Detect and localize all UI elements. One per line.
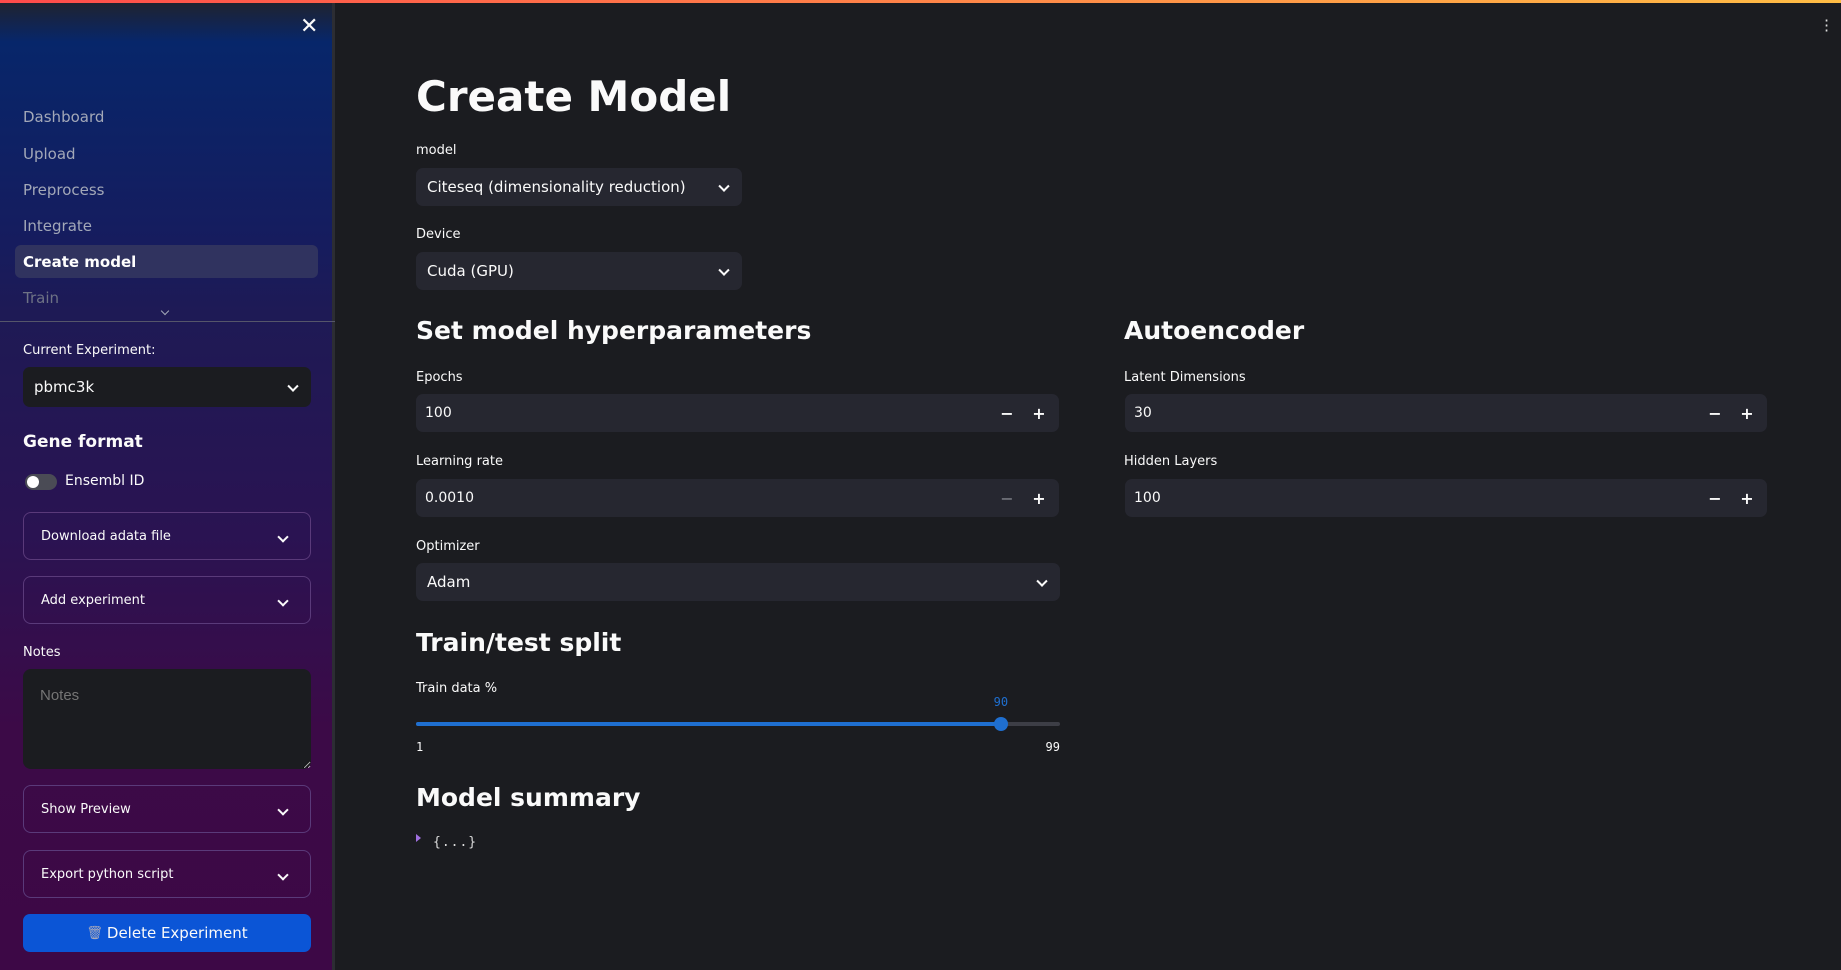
- decrement-button[interactable]: −: [1699, 479, 1731, 517]
- chevron-down-icon: [287, 380, 299, 392]
- chevron-down-icon: [1036, 575, 1048, 587]
- model-select[interactable]: Citeseq (dimensionality reduction): [416, 168, 742, 206]
- experiment-select-value: pbmc3k: [34, 378, 95, 396]
- slider-min: 1: [416, 740, 424, 754]
- optimizer-select-value: Adam: [427, 573, 471, 591]
- decrement-button[interactable]: −: [991, 394, 1023, 432]
- delete-button-label: Delete Experiment: [106, 924, 248, 942]
- train-data-label: Train data %: [416, 681, 498, 696]
- learning-rate-input[interactable]: 0.0010 − +: [416, 479, 1059, 517]
- notes-textarea[interactable]: [23, 669, 311, 769]
- epochs-value: 100: [425, 405, 452, 421]
- hyperparameters-heading: Set model hyperparameters: [416, 316, 812, 345]
- slider-thumb[interactable]: [993, 717, 1008, 731]
- ensembl-toggle-label: Ensembl ID: [65, 473, 145, 489]
- nav-dashboard[interactable]: Dashboard: [23, 108, 104, 126]
- main-menu-kebab-icon[interactable]: · · ·: [1824, 13, 1829, 39]
- page-title: Create Model: [416, 72, 732, 121]
- slider-value: 90: [993, 695, 1009, 709]
- sidebar-divider: [0, 321, 335, 322]
- nav-train[interactable]: Train: [23, 289, 59, 307]
- chevron-down-icon: [277, 804, 289, 816]
- nav-create-model[interactable]: Create model: [23, 253, 136, 271]
- latent-dimensions-label: Latent Dimensions: [1124, 370, 1246, 385]
- model-summary-heading: Model summary: [416, 783, 641, 812]
- expander-label: Add experiment: [41, 592, 145, 608]
- device-select-value: Cuda (GPU): [427, 262, 514, 280]
- add-experiment-expander[interactable]: Add experiment: [23, 576, 311, 624]
- close-sidebar-icon[interactable]: ✕: [300, 14, 318, 39]
- increment-button[interactable]: +: [1731, 394, 1763, 432]
- slider-fill: [416, 722, 1001, 726]
- latent-dimensions-value: 30: [1134, 405, 1152, 421]
- autoencoder-heading: Autoencoder: [1124, 316, 1305, 345]
- learning-rate-value: 0.0010: [425, 490, 474, 506]
- epochs-label: Epochs: [416, 370, 463, 385]
- increment-button[interactable]: +: [1023, 394, 1055, 432]
- expander-label: Show Preview: [41, 801, 131, 817]
- latent-dimensions-input[interactable]: 30 − +: [1125, 394, 1767, 432]
- export-script-expander[interactable]: Export python script: [23, 850, 311, 898]
- model-summary-json[interactable]: {...}: [433, 835, 477, 850]
- chevron-down-icon: [718, 180, 730, 192]
- experiment-select[interactable]: pbmc3k: [23, 367, 311, 407]
- show-preview-expander[interactable]: Show Preview: [23, 785, 311, 833]
- optimizer-select[interactable]: Adam: [416, 563, 1060, 601]
- train-data-slider[interactable]: 90: [416, 695, 1060, 731]
- expander-label: Export python script: [41, 866, 174, 882]
- epochs-input[interactable]: 100 − +: [416, 394, 1059, 432]
- decrement-button[interactable]: −: [991, 479, 1023, 517]
- nav-integrate[interactable]: Integrate: [23, 217, 92, 235]
- current-experiment-label: Current Experiment:: [23, 343, 156, 358]
- notes-label: Notes: [23, 645, 61, 660]
- model-select-value: Citeseq (dimensionality reduction): [427, 178, 686, 196]
- expand-triangle-icon[interactable]: [416, 834, 421, 842]
- increment-button[interactable]: +: [1731, 479, 1763, 517]
- decrement-button[interactable]: −: [1699, 394, 1731, 432]
- slider-max: 99: [1045, 740, 1060, 754]
- device-label: Device: [416, 227, 461, 242]
- chevron-down-icon: [277, 531, 289, 543]
- delete-experiment-button[interactable]: 🗑 Delete Experiment: [23, 914, 311, 952]
- device-select[interactable]: Cuda (GPU): [416, 252, 742, 290]
- hidden-layers-input[interactable]: 100 − +: [1125, 479, 1767, 517]
- train-test-split-heading: Train/test split: [416, 628, 622, 657]
- hidden-layers-label: Hidden Layers: [1124, 454, 1218, 469]
- expander-label: Download adata file: [41, 528, 171, 544]
- increment-button[interactable]: +: [1023, 479, 1055, 517]
- nav-upload[interactable]: Upload: [23, 145, 76, 163]
- learning-rate-label: Learning rate: [416, 454, 503, 469]
- download-adata-expander[interactable]: Download adata file: [23, 512, 311, 560]
- hidden-layers-value: 100: [1134, 490, 1161, 506]
- chevron-down-icon: [277, 595, 289, 607]
- ensembl-toggle[interactable]: [25, 474, 57, 490]
- toggle-knob: [27, 476, 39, 488]
- chevron-down-icon: [718, 264, 730, 276]
- chevron-down-icon: [277, 869, 289, 881]
- gene-format-heading: Gene format: [23, 432, 143, 452]
- wastebasket-icon: 🗑: [86, 925, 103, 941]
- nav-preprocess[interactable]: Preprocess: [23, 181, 105, 199]
- optimizer-label: Optimizer: [416, 539, 480, 554]
- model-label: model: [416, 143, 457, 158]
